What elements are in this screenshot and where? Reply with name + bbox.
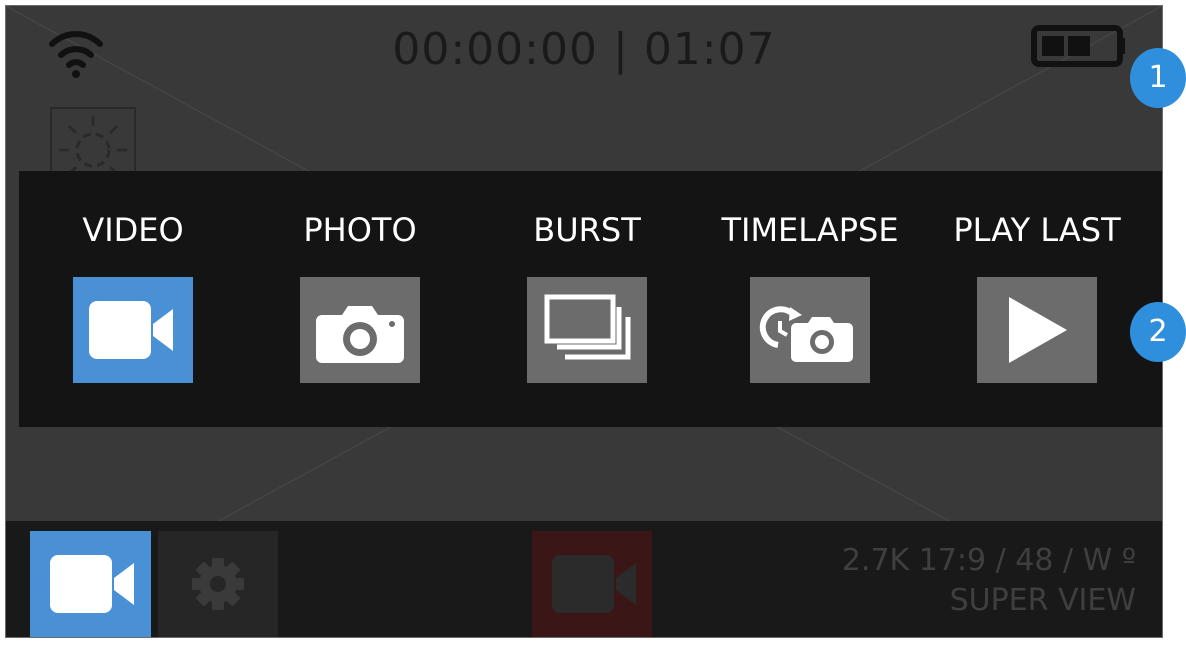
mode-photo-button[interactable] [300, 277, 420, 383]
battery-cell [1068, 36, 1090, 56]
mode-burst-button[interactable] [527, 277, 647, 383]
status-bar: 00:00:00 | 01:07 [6, 6, 1162, 96]
record-video-icon [552, 555, 636, 613]
capture-settings-readout: 2.7K 17:9 / 48 / W º SUPER VIEW [842, 541, 1136, 621]
mode-selector-panel: VIDEO PHOTO BURST TIMELAPSE PLAY LAST [19, 171, 1162, 427]
mode-timelapse[interactable]: TIMELAPSE [720, 171, 900, 427]
gear-icon [192, 558, 244, 610]
mode-burst[interactable]: BURST [497, 171, 677, 427]
mode-video-button[interactable] [73, 277, 193, 383]
photo-camera-icon [316, 306, 404, 363]
video-camera-icon [89, 301, 173, 359]
play-icon [1009, 297, 1067, 363]
battery-cell [1042, 36, 1064, 56]
mode-label: BURST [533, 211, 641, 249]
field-of-view: SUPER VIEW [949, 583, 1136, 618]
settings-button[interactable] [158, 531, 278, 637]
burst-stack-icon [544, 294, 631, 360]
timelapse-camera-icon [759, 306, 853, 362]
mode-play-last[interactable]: PLAY LAST [947, 171, 1127, 427]
remaining-time: 01:07 [643, 24, 776, 75]
mode-play-last-button[interactable] [977, 277, 1097, 383]
timer-separator: | [612, 24, 629, 75]
recording-timer: 00:00:00 | 01:07 [6, 24, 1162, 75]
video-mode-button[interactable] [30, 531, 151, 637]
resolution-settings: 2.7K 17:9 / 48 / W º [841, 543, 1136, 578]
mode-photo[interactable]: PHOTO [270, 171, 450, 427]
mode-label: VIDEO [82, 211, 184, 249]
camera-screen: 00:00:00 | 01:07 VIDEO PHOTO BURST TIMEL… [5, 5, 1163, 638]
mode-timelapse-button[interactable] [750, 277, 870, 383]
mode-video[interactable]: VIDEO [43, 171, 223, 427]
bottom-bar: 2.7K 17:9 / 48 / W º SUPER VIEW [6, 521, 1162, 637]
mode-label: PHOTO [303, 211, 417, 249]
mode-label: PLAY LAST [953, 211, 1121, 249]
video-camera-icon [50, 555, 134, 613]
callout-badge-1: 1 [1130, 48, 1186, 108]
battery-icon [1031, 25, 1125, 67]
record-button[interactable] [532, 531, 652, 637]
callout-badge-2: 2 [1130, 302, 1186, 362]
elapsed-time: 00:00:00 [392, 24, 598, 75]
mode-label: TIMELAPSE [721, 211, 899, 249]
